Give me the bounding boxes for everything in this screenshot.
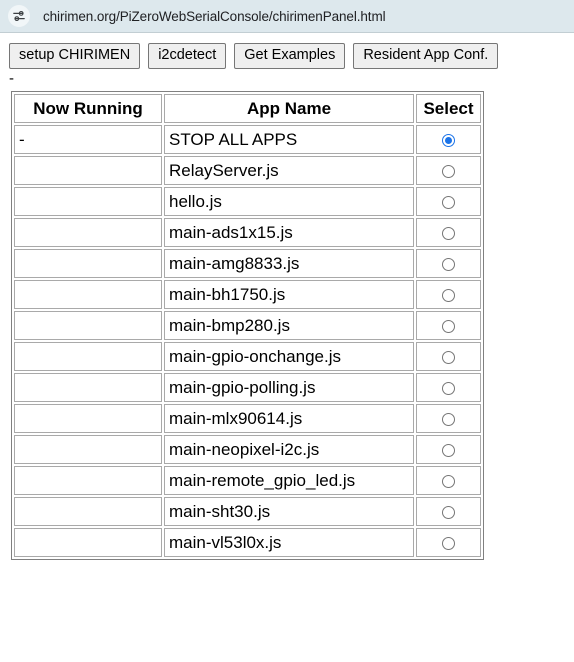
url-text[interactable]: chirimen.org/PiZeroWebSerialConsole/chir… [43, 9, 386, 24]
app-name-cell: RelayServer.js [164, 156, 414, 185]
app-name-cell: main-gpio-polling.js [164, 373, 414, 402]
table-body: - STOP ALL APPS RelayServer.js hello.js main… [14, 125, 481, 557]
now-running-cell [14, 187, 162, 216]
app-select-radio[interactable] [442, 350, 455, 364]
app-name-cell: main-remote_gpio_led.js [164, 466, 414, 495]
select-cell[interactable] [416, 249, 481, 278]
select-cell[interactable] [416, 435, 481, 464]
app-select-radio[interactable] [442, 412, 455, 426]
app-select-radio[interactable] [442, 319, 455, 333]
select-cell[interactable] [416, 187, 481, 216]
app-name-cell: main-sht30.js [164, 497, 414, 526]
now-running-cell [14, 435, 162, 464]
app-select-radio[interactable] [442, 133, 455, 147]
now-running-cell [14, 404, 162, 433]
table-row: main-mlx90614.js [14, 404, 481, 433]
resident-app-conf-button[interactable]: Resident App Conf. [353, 43, 499, 69]
app-name-cell: main-mlx90614.js [164, 404, 414, 433]
app-name-cell: main-ads1x15.js [164, 218, 414, 247]
table-row: main-remote_gpio_led.js [14, 466, 481, 495]
app-select-radio[interactable] [442, 443, 455, 457]
page-content: setup CHIRIMEN i2cdetect Get Examples Re… [0, 33, 574, 560]
app-name-cell: main-bh1750.js [164, 280, 414, 309]
now-running-cell [14, 249, 162, 278]
app-select-radio[interactable] [442, 164, 455, 178]
now-running-cell [14, 342, 162, 371]
table-row: main-vl53l0x.js [14, 528, 481, 557]
app-select-radio[interactable] [442, 226, 455, 240]
column-header-app-name: App Name [164, 94, 414, 123]
resident-app-table: Now Running App Name Select - STOP ALL AP… [11, 91, 484, 560]
select-cell[interactable] [416, 156, 481, 185]
browser-url-bar: chirimen.org/PiZeroWebSerialConsole/chir… [0, 0, 574, 33]
select-cell[interactable] [416, 373, 481, 402]
app-name-cell: hello.js [164, 187, 414, 216]
table-row: main-bmp280.js [14, 311, 481, 340]
now-running-cell [14, 373, 162, 402]
table-row: - STOP ALL APPS [14, 125, 481, 154]
select-cell[interactable] [416, 404, 481, 433]
status-text: - [9, 70, 14, 87]
app-select-radio[interactable] [442, 257, 455, 271]
action-toolbar: setup CHIRIMEN i2cdetect Get Examples Re… [0, 33, 574, 69]
table-row: RelayServer.js [14, 156, 481, 185]
column-header-select: Select [416, 94, 481, 123]
table-row: main-ads1x15.js [14, 218, 481, 247]
select-cell[interactable] [416, 528, 481, 557]
app-select-radio[interactable] [442, 381, 455, 395]
app-name-cell: main-neopixel-i2c.js [164, 435, 414, 464]
table-row: main-amg8833.js [14, 249, 481, 278]
now-running-cell [14, 311, 162, 340]
app-name-cell: STOP ALL APPS [164, 125, 414, 154]
table-row: main-gpio-onchange.js [14, 342, 481, 371]
select-cell[interactable] [416, 342, 481, 371]
app-name-cell: main-vl53l0x.js [164, 528, 414, 557]
table-row: main-gpio-polling.js [14, 373, 481, 402]
now-running-cell: - [14, 125, 162, 154]
i2cdetect-button[interactable]: i2cdetect [148, 43, 227, 69]
app-name-cell: main-gpio-onchange.js [164, 342, 414, 371]
app-select-radio[interactable] [442, 474, 455, 488]
column-header-now-running: Now Running [14, 94, 162, 123]
app-select-radio[interactable] [442, 505, 455, 519]
select-cell[interactable] [416, 497, 481, 526]
app-select-radio[interactable] [442, 536, 455, 550]
app-name-cell: main-amg8833.js [164, 249, 414, 278]
tune-sliders-icon[interactable] [8, 5, 30, 27]
app-select-radio[interactable] [442, 195, 455, 209]
now-running-cell [14, 528, 162, 557]
select-cell[interactable] [416, 466, 481, 495]
now-running-cell [14, 218, 162, 247]
now-running-cell [14, 466, 162, 495]
select-cell[interactable] [416, 125, 481, 154]
table-row: main-neopixel-i2c.js [14, 435, 481, 464]
now-running-cell [14, 156, 162, 185]
select-cell[interactable] [416, 218, 481, 247]
select-cell[interactable] [416, 280, 481, 309]
setup-chirimen-button[interactable]: setup CHIRIMEN [9, 43, 141, 69]
table-row: main-sht30.js [14, 497, 481, 526]
now-running-cell [14, 497, 162, 526]
app-select-radio[interactable] [442, 288, 455, 302]
select-cell[interactable] [416, 311, 481, 340]
app-table-container: Now Running App Name Select - STOP ALL AP… [0, 91, 574, 560]
table-row: main-bh1750.js [14, 280, 481, 309]
now-running-cell [14, 280, 162, 309]
get-examples-button[interactable]: Get Examples [234, 43, 346, 69]
table-row: hello.js [14, 187, 481, 216]
table-header-row: Now Running App Name Select [14, 94, 481, 123]
app-name-cell: main-bmp280.js [164, 311, 414, 340]
